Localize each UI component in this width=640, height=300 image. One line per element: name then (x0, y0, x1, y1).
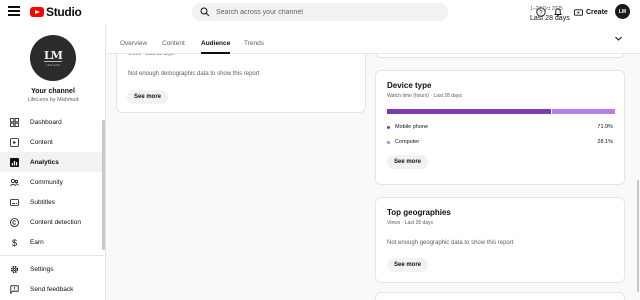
dollar-icon: $ (12, 238, 17, 247)
geo-see-more-button[interactable]: See more (387, 258, 429, 272)
demographics-card-message: Not enough demographic data to show this… (128, 71, 260, 77)
sidebar-nav: Dashboard Content Analytics Community Su… (0, 112, 104, 252)
sidebar: LM LIFELENS Your channel LifeLens by Mah… (0, 24, 106, 300)
sidebar-item-settings[interactable]: Settings (0, 259, 104, 279)
sidebar-item-label: Content (30, 138, 53, 146)
sidebar-item-community[interactable]: Community (0, 172, 104, 192)
date-range-selector[interactable]: 1–28 Oct 2025 Last 28 days (530, 6, 570, 22)
sidebar-item-label: Content detection (30, 218, 81, 226)
legend-dot-computer (387, 140, 390, 144)
sidebar-item-label: Earn (30, 238, 44, 246)
channel-logo-sub: LIFELENS (45, 62, 61, 67)
video-camera-icon (574, 8, 583, 16)
device-legend-row: Computer 28.1% (387, 139, 613, 145)
next-card-top (375, 292, 625, 300)
top-geographies-card: Top geographies Views · Last 28 days Not… (375, 197, 625, 283)
sidebar-bottom-nav: Settings Send feedback (0, 259, 104, 299)
tab-overview[interactable]: Overview (120, 40, 147, 54)
sidebar-item-label: Dashboard (30, 118, 62, 126)
device-legend-value: 28.1% (597, 139, 613, 145)
sidebar-item-analytics[interactable]: Analytics (0, 152, 104, 172)
search-bar[interactable] (192, 3, 448, 21)
analytics-tabs-bar: Overview Content Audience Trends (107, 24, 640, 54)
date-range-label: Last 28 days (530, 15, 570, 22)
geo-card-subtitle: Views · Last 28 days (387, 220, 434, 226)
community-icon (10, 178, 19, 186)
sidebar-item-content-detection[interactable]: Content detection (0, 212, 104, 232)
legend-dot-mobile (387, 125, 390, 129)
device-share-segment-mobile (387, 109, 551, 114)
create-button-label: Create (586, 8, 608, 16)
sidebar-item-earn[interactable]: $ Earn (0, 232, 104, 252)
sidebar-item-send-feedback[interactable]: Send feedback (0, 279, 104, 299)
youtube-logo-icon (30, 7, 44, 17)
device-type-card: Device type Watch time (hours) · Last 28… (375, 70, 625, 185)
tab-trends[interactable]: Trends (244, 40, 264, 54)
device-legend-label: Mobile phone (395, 124, 429, 130)
device-card-subtitle: Watch time (hours) · Last 28 days (387, 93, 462, 99)
sidebar-item-label: Send feedback (30, 285, 74, 293)
tab-content[interactable]: Content (162, 40, 185, 54)
channel-logo-mark: LM (44, 48, 63, 62)
device-card-title: Device type (387, 81, 432, 90)
channel-title: Your channel (31, 88, 75, 95)
sidebar-item-content[interactable]: Content (0, 132, 104, 152)
date-range-dates: 1–28 Oct 2025 (530, 6, 563, 12)
device-legend-value: 71.9% (597, 124, 613, 130)
subtitles-icon (10, 198, 19, 206)
sidebar-item-dashboard[interactable]: Dashboard (0, 112, 104, 132)
device-share-bar (387, 109, 615, 114)
device-see-more-button[interactable]: See more (387, 155, 429, 169)
account-avatar[interactable]: LM (615, 4, 630, 19)
sidebar-item-subtitles[interactable]: Subtitles (0, 192, 104, 212)
main-scrollbar[interactable] (637, 180, 639, 292)
demographics-see-more-button[interactable]: See more (127, 90, 169, 104)
copyright-icon (10, 217, 19, 227)
geo-card-message: Not enough geographic data to show this … (387, 240, 514, 246)
tab-audience[interactable]: Audience (201, 40, 231, 54)
device-share-segment-computer (550, 109, 615, 114)
create-button[interactable]: Create (570, 5, 612, 19)
search-icon (200, 7, 210, 17)
device-legend-row: Mobile phone 71.9% (387, 124, 613, 130)
dashboard-icon (10, 117, 19, 127)
hamburger-menu-icon[interactable] (8, 6, 20, 18)
channel-handle: LifeLens by Mahmud (27, 97, 79, 103)
studio-logo[interactable]: Studio (30, 5, 82, 19)
sidebar-scrollbar[interactable] (102, 120, 105, 250)
sidebar-item-label: Community (30, 178, 63, 186)
gear-icon (10, 265, 19, 273)
content-icon (10, 137, 19, 147)
channel-avatar[interactable]: LM LIFELENS (30, 35, 76, 81)
analytics-icon (10, 157, 19, 167)
logo-text: Studio (46, 5, 82, 19)
geo-card-title: Top geographies (387, 208, 451, 217)
sidebar-item-label: Subtitles (30, 198, 55, 206)
search-input[interactable] (216, 8, 416, 16)
device-legend-label: Computer (395, 139, 420, 145)
chevron-down-icon[interactable] (614, 34, 623, 43)
feedback-icon (10, 284, 19, 294)
sidebar-item-label: Analytics (30, 158, 59, 166)
sidebar-divider (0, 255, 104, 256)
sidebar-item-label: Settings (30, 265, 54, 273)
svg-text:$: $ (12, 238, 17, 247)
